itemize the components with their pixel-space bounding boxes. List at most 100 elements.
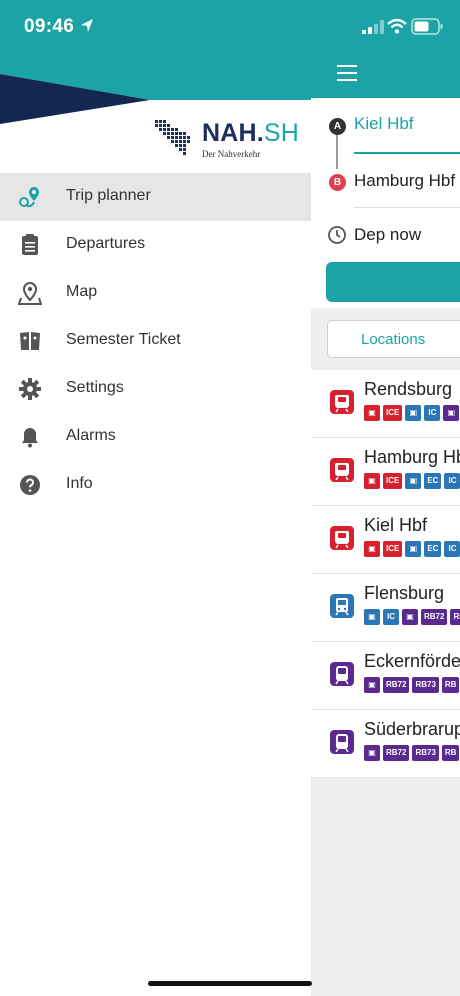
logo-wordmark: NAH.SH	[202, 119, 299, 148]
product-badge: RB72	[421, 609, 448, 625]
location-name: Hamburg Hbf	[364, 447, 460, 467]
location-name: Flensburg	[364, 583, 445, 603]
menu-item-departures[interactable]: Departures	[0, 221, 311, 269]
battery-icon	[411, 18, 443, 35]
product-badge: IC	[424, 405, 441, 421]
schleswig-holstein-map-icon	[155, 120, 190, 155]
destination-pin: B	[329, 174, 346, 191]
location-name: Kiel Hbf	[364, 515, 428, 535]
map-icon	[18, 281, 42, 305]
location-name: Rendsburg	[364, 379, 453, 399]
product-badge: IC	[444, 541, 460, 557]
product-badges: ▣ ICE ▣ IC ▣	[364, 405, 460, 421]
product-badge: EC	[424, 541, 442, 557]
list-item[interactable]: Eckernförde ▣ RB72 RB73 RB	[311, 642, 460, 710]
departure-time-field[interactable]: Dep now	[354, 225, 421, 245]
ticket-icon	[20, 332, 40, 350]
location-arrow-icon	[81, 19, 93, 32]
location-name: Süderbrarup	[364, 719, 460, 739]
drawer-menu: Trip planner Departures Map Semester Tic…	[0, 173, 311, 509]
menu-label-map: Map	[66, 283, 98, 300]
menu-item-settings[interactable]: Settings	[0, 365, 311, 413]
list-item[interactable]: Flensburg ▣ IC ▣ RB72 RB	[311, 574, 460, 642]
wifi-icon	[387, 18, 407, 34]
regional-bahn-icon: ▣	[364, 745, 380, 761]
origin-field-underline	[354, 152, 460, 154]
product-badge: EC	[424, 473, 442, 489]
product-badges: ▣ RB72 RB73 RB	[364, 677, 460, 693]
clock-icon	[328, 226, 346, 244]
origin-field[interactable]: Kiel Hbf	[354, 114, 414, 134]
results-tabs: Locations	[327, 320, 460, 358]
regional-train-icon	[330, 458, 354, 482]
destination-field[interactable]: Hamburg Hbf	[354, 171, 455, 191]
logo-brand-accent: SH	[263, 119, 300, 147]
tab-locations[interactable]: Locations	[361, 331, 425, 348]
product-badge: RB73	[412, 677, 439, 693]
intercity-train-icon: ▣	[364, 609, 380, 625]
menu-label-trip-planner: Trip planner	[66, 187, 151, 204]
trip-planner-icon	[19, 187, 39, 208]
destination-divider	[354, 207, 460, 208]
cellular-signal-icon	[362, 20, 384, 34]
menu-item-semester-ticket[interactable]: Semester Ticket	[0, 317, 311, 365]
menu-item-trip-planner[interactable]: Trip planner	[0, 173, 311, 221]
list-item[interactable]: Kiel Hbf ▣ ICE ▣ EC IC	[311, 506, 460, 574]
product-badge: ICE	[383, 405, 403, 421]
intercity-train-icon: ▣	[405, 405, 422, 421]
location-results: Rendsburg ▣ ICE ▣ IC ▣ Hamburg Hbf ▣ ICE…	[311, 370, 460, 778]
origin-pin: A	[329, 118, 346, 135]
trip-planner-screen: A Kiel Hbf B Hamburg Hbf Dep now Locatio…	[311, 0, 460, 996]
menu-icon[interactable]	[337, 65, 357, 81]
product-badge: IC	[383, 609, 399, 625]
menu-label-alarms: Alarms	[66, 427, 116, 444]
regional-train-icon	[330, 526, 354, 550]
intercity-train-icon	[330, 594, 354, 618]
logo-brand-main: NAH.	[202, 119, 264, 147]
nah-sh-logo: NAH.SH Der Nahverkehr	[152, 117, 302, 163]
product-badge: IC	[444, 473, 460, 489]
route-connector	[336, 135, 338, 169]
product-badge: RB72	[383, 745, 410, 761]
product-badges: ▣ RB72 RB73 RB	[364, 745, 460, 761]
regional-bahn-icon: ▣	[364, 677, 380, 693]
status-time: 09:46	[24, 16, 75, 37]
menu-item-alarms[interactable]: Alarms	[0, 413, 311, 461]
navigation-drawer: NAH.SH Der Nahverkehr Trip planner Depar…	[0, 0, 311, 996]
regional-bahn-icon	[330, 662, 354, 686]
list-item[interactable]: Süderbrarup ▣ RB72 RB73 RB	[311, 710, 460, 778]
regional-train-icon: ▣	[364, 473, 380, 489]
product-badges: ▣ ICE ▣ EC IC	[364, 541, 460, 557]
menu-item-map[interactable]: Map	[0, 269, 311, 317]
product-badge: ICE	[383, 541, 403, 557]
location-name: Eckernförde	[364, 651, 460, 671]
product-badges: ▣ ICE ▣ EC IC	[364, 473, 460, 489]
menu-label-info: Info	[66, 475, 93, 492]
search-button[interactable]	[326, 262, 460, 302]
departures-icon	[22, 234, 38, 255]
list-item[interactable]: Hamburg Hbf ▣ ICE ▣ EC IC	[311, 438, 460, 506]
status-bar: 09:46	[0, 0, 460, 56]
app-toolbar	[311, 56, 460, 98]
menu-label-departures: Departures	[66, 235, 146, 252]
regional-train-icon: ▣	[364, 541, 380, 557]
drawer-header: NAH.SH Der Nahverkehr	[0, 56, 311, 170]
product-badge: ICE	[383, 473, 403, 489]
menu-label-semester-ticket: Semester Ticket	[66, 331, 181, 348]
product-badge: RB73	[412, 745, 439, 761]
product-badge: RB	[441, 677, 460, 693]
menu-item-info[interactable]: Info	[0, 461, 311, 509]
intercity-train-icon: ▣	[405, 541, 422, 557]
home-indicator[interactable]	[148, 981, 312, 986]
product-badge: RB72	[383, 677, 410, 693]
trip-form: A Kiel Hbf B Hamburg Hbf Dep now	[311, 98, 460, 308]
regional-bahn-icon	[330, 730, 354, 754]
product-badge: RB	[441, 745, 460, 761]
help-icon	[20, 475, 40, 495]
regional-bahn-icon: ▣	[402, 609, 418, 625]
regional-train-icon	[330, 390, 354, 414]
regional-bahn-icon: ▣	[443, 405, 460, 421]
logo-subtitle: Der Nahverkehr	[202, 149, 261, 159]
list-item[interactable]: Rendsburg ▣ ICE ▣ IC ▣	[311, 370, 460, 438]
menu-label-settings: Settings	[66, 379, 124, 396]
